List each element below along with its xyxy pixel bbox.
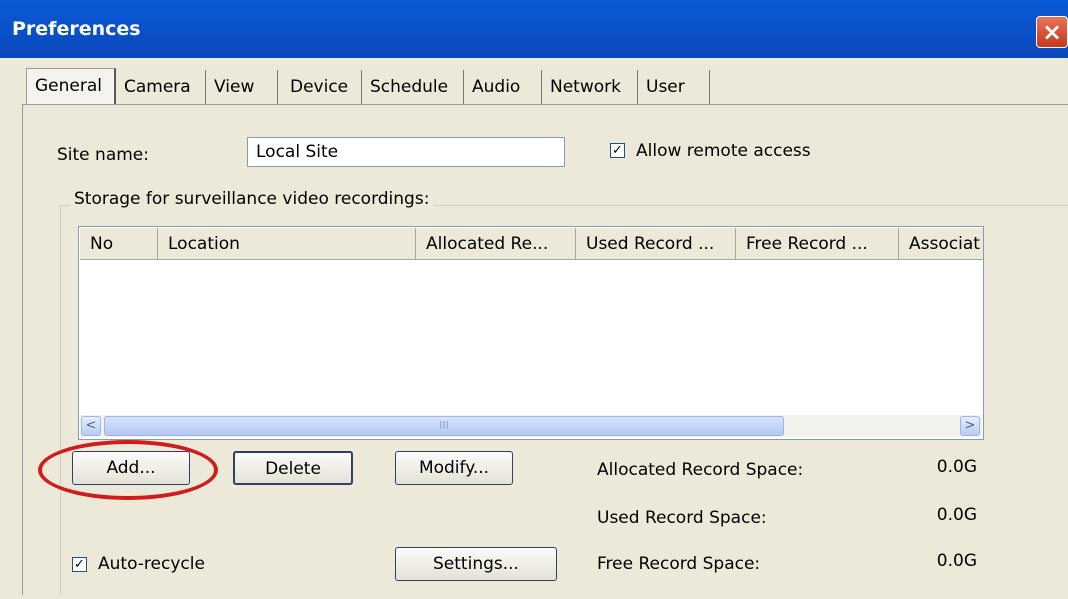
tab-strip: General Camera View Device Schedule Audi… bbox=[26, 68, 710, 106]
title-bar: Preferences × bbox=[0, 0, 1068, 58]
used-space-label: Used Record Space: bbox=[597, 508, 767, 528]
tab-network[interactable]: Network bbox=[542, 70, 638, 104]
window-title: Preferences bbox=[12, 18, 141, 40]
column-header-no[interactable]: No bbox=[80, 228, 158, 260]
free-space-label: Free Record Space: bbox=[597, 554, 761, 574]
storage-list[interactable]: No Location Allocated Re... Used Record … bbox=[78, 226, 984, 440]
scroll-left-button[interactable]: < bbox=[81, 416, 101, 436]
tab-audio[interactable]: Audio bbox=[464, 70, 542, 104]
close-button[interactable]: × bbox=[1036, 16, 1068, 48]
column-header-free[interactable]: Free Record ... bbox=[736, 228, 899, 260]
site-name-label: Site name: bbox=[57, 145, 149, 165]
auto-recycle-label: Auto-recycle bbox=[98, 554, 205, 574]
column-header-used[interactable]: Used Record ... bbox=[576, 228, 736, 260]
allow-remote-checkbox[interactable]: ✓ bbox=[610, 143, 625, 158]
scroll-grip-icon: III bbox=[439, 419, 449, 432]
scroll-right-button[interactable]: > bbox=[960, 416, 980, 436]
horizontal-scrollbar[interactable]: < III > bbox=[80, 415, 982, 437]
highlight-circle bbox=[38, 440, 218, 500]
modify-button[interactable]: Modify... bbox=[395, 451, 513, 485]
chevron-left-icon: < bbox=[85, 418, 97, 433]
site-name-input[interactable]: Local Site bbox=[247, 137, 565, 167]
tab-schedule[interactable]: Schedule bbox=[362, 70, 464, 104]
used-space-value: 0.0G bbox=[936, 505, 977, 525]
auto-recycle-checkbox[interactable]: ✓ bbox=[72, 557, 87, 572]
free-space-value: 0.0G bbox=[936, 551, 977, 571]
tab-user[interactable]: User bbox=[638, 70, 710, 104]
close-icon: × bbox=[1041, 18, 1063, 46]
column-header-location[interactable]: Location bbox=[158, 228, 416, 260]
settings-button[interactable]: Settings... bbox=[395, 547, 557, 581]
allocated-space-value: 0.0G bbox=[936, 457, 977, 477]
tab-view[interactable]: View bbox=[206, 70, 278, 104]
tab-general[interactable]: General bbox=[26, 68, 116, 106]
column-header-allocated[interactable]: Allocated Re... bbox=[416, 228, 576, 260]
column-header-associated[interactable]: Associat bbox=[899, 228, 983, 260]
allocated-space-label: Allocated Record Space: bbox=[597, 460, 804, 480]
delete-button[interactable]: Delete bbox=[233, 451, 353, 485]
chevron-right-icon: > bbox=[964, 418, 976, 433]
scroll-thumb[interactable]: III bbox=[104, 416, 784, 436]
allow-remote-label: Allow remote access bbox=[636, 141, 811, 161]
storage-group-title: Storage for surveillance video recording… bbox=[70, 189, 434, 209]
tab-device[interactable]: Device bbox=[282, 70, 362, 104]
tab-camera[interactable]: Camera bbox=[116, 70, 206, 104]
